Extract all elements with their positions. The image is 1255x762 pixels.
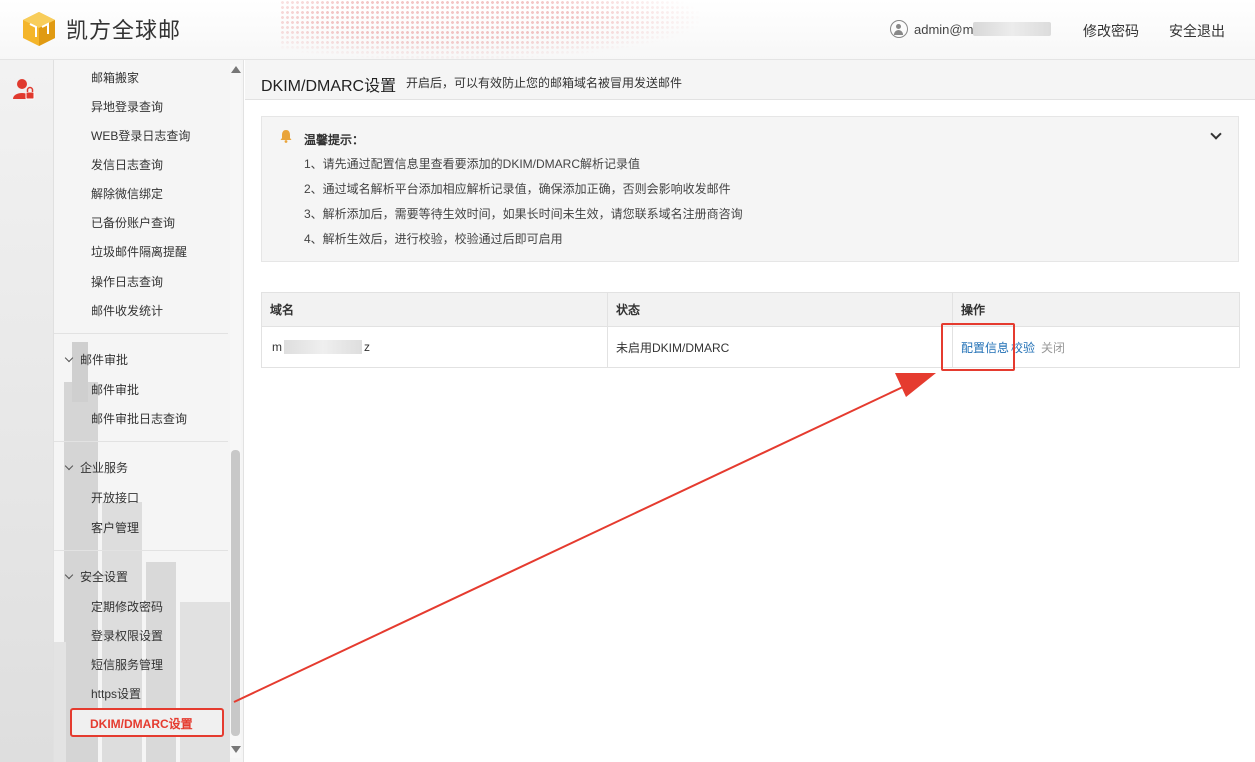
scroll-down-arrow-icon[interactable]: [231, 746, 241, 753]
nav-open-api[interactable]: 开放接口: [91, 489, 139, 506]
sidebar-scroll-thumb[interactable]: [231, 450, 240, 736]
redacted-email: [973, 22, 1052, 36]
user-security-icon[interactable]: [12, 77, 36, 101]
chevron-down-icon: [64, 461, 74, 471]
nav-https-settings[interactable]: https设置: [91, 685, 141, 702]
nav-active-label: DKIM/DMARC设置: [90, 717, 193, 731]
logout-link[interactable]: 安全退出: [1169, 21, 1225, 41]
domain-cell: m z: [262, 327, 608, 367]
nav-login-permission[interactable]: 登录权限设置: [91, 627, 163, 644]
nav-mail-stats[interactable]: 邮件收发统计: [91, 302, 163, 319]
actions-cell: 配置信息 校验 关闭: [953, 327, 1241, 367]
tips-title: 温馨提示：: [304, 133, 365, 147]
group-mail-approval[interactable]: 邮件审批: [64, 351, 128, 368]
change-password-link[interactable]: 修改密码: [1083, 21, 1139, 41]
col-status: 状态: [608, 293, 953, 326]
tips-panel: 温馨提示： 1、请先通过配置信息里查看要添加的DKIM/DMARC解析记录值 2…: [261, 116, 1239, 262]
scroll-up-arrow-icon[interactable]: [231, 66, 241, 73]
chevron-down-icon: [64, 570, 74, 580]
nav-periodic-password[interactable]: 定期修改密码: [91, 598, 163, 615]
group-label: 安全设置: [80, 570, 129, 584]
nav-dkim-dmarc-active[interactable]: DKIM/DMARC设置: [70, 708, 224, 737]
top-header: 凯方全球邮 admin@m 修改密码 安全退出: [0, 0, 1255, 60]
nav-spam-quarantine[interactable]: 垃圾邮件隔离提醒: [91, 243, 187, 260]
logo[interactable]: 凯方全球邮: [20, 10, 181, 48]
user-account[interactable]: admin@m: [890, 20, 1052, 38]
user-icon: [890, 20, 908, 38]
tip-line: 2、通过域名解析平台添加相应解析记录值，确保添加正确，否则会影响收发邮件: [304, 182, 731, 196]
group-enterprise-service[interactable]: 企业服务: [64, 459, 128, 476]
divider: [54, 550, 228, 551]
nav-customer-management[interactable]: 客户管理: [91, 519, 139, 536]
group-security-settings[interactable]: 安全设置: [64, 568, 128, 585]
chevron-down-icon[interactable]: [1210, 128, 1222, 140]
redacted-domain: [284, 340, 362, 354]
bell-icon: [280, 130, 292, 143]
main-content: DKIM/DMARC设置 开启后，可以有效防止您的邮箱域名被冒用发送邮件 温馨提…: [245, 60, 1255, 762]
page-title: DKIM/DMARC设置: [261, 78, 397, 95]
table-row: m z 未启用DKIM/DMARC 配置信息 校验 关闭: [262, 327, 1239, 367]
sidebar: 邮箱搬家 异地登录查询 WEB登录日志查询 发信日志查询 解除微信绑定 已备份账…: [54, 60, 244, 762]
world-map-decoration: [280, 0, 700, 59]
nav-mailbox-migration[interactable]: 邮箱搬家: [91, 69, 139, 86]
domain-prefix: m: [272, 340, 282, 354]
nav-sms-service[interactable]: 短信服务管理: [91, 656, 163, 673]
user-email: admin@m: [914, 21, 974, 37]
nav-web-login-log[interactable]: WEB登录日志查询: [91, 127, 190, 144]
col-domain: 域名: [262, 293, 608, 326]
nav-mail-approval[interactable]: 邮件审批: [91, 381, 139, 398]
tip-line: 3、解析添加后，需要等待生效时间，如果长时间未生效，请您联系域名注册商咨询: [304, 207, 743, 221]
tip-line: 1、请先通过配置信息里查看要添加的DKIM/DMARC解析记录值: [304, 157, 641, 171]
verify-link[interactable]: 校验: [1011, 339, 1035, 356]
domain-suffix: z: [364, 340, 370, 354]
nav-send-log[interactable]: 发信日志查询: [91, 156, 163, 173]
close-link[interactable]: 关闭: [1041, 339, 1065, 356]
config-info-link[interactable]: 配置信息: [961, 339, 1009, 356]
nav-approval-log[interactable]: 邮件审批日志查询: [91, 410, 187, 427]
logo-icon: [23, 12, 55, 46]
group-label: 邮件审批: [80, 353, 129, 367]
status-cell: 未启用DKIM/DMARC: [608, 327, 953, 367]
group-label: 企业服务: [80, 461, 129, 475]
logo-text: 凯方全球邮: [66, 18, 182, 43]
table-header: 域名 状态 操作: [262, 293, 1239, 327]
nav-operation-log[interactable]: 操作日志查询: [91, 273, 163, 290]
col-actions: 操作: [961, 303, 986, 317]
nav-backup-accounts[interactable]: 已备份账户查询: [91, 214, 175, 231]
chevron-down-icon: [64, 353, 74, 363]
divider: [54, 441, 228, 442]
domain-table: 域名 状态 操作 m z 未启用DKIM/DMARC 配置信息 校验 关闭: [261, 292, 1240, 368]
city-skyline-decoration: [54, 342, 230, 762]
page-title-bar: DKIM/DMARC设置 开启后，可以有效防止您的邮箱域名被冒用发送邮件: [245, 60, 1255, 100]
nav-remote-login-query[interactable]: 异地登录查询: [91, 98, 163, 115]
left-rail: [0, 60, 54, 762]
tip-line: 4、解析生效后，进行校验，校验通过后即可启用: [304, 232, 563, 246]
page-subtitle: 开启后，可以有效防止您的邮箱域名被冒用发送邮件: [406, 76, 683, 90]
nav-unbind-wechat[interactable]: 解除微信绑定: [91, 185, 163, 202]
divider: [54, 333, 228, 334]
